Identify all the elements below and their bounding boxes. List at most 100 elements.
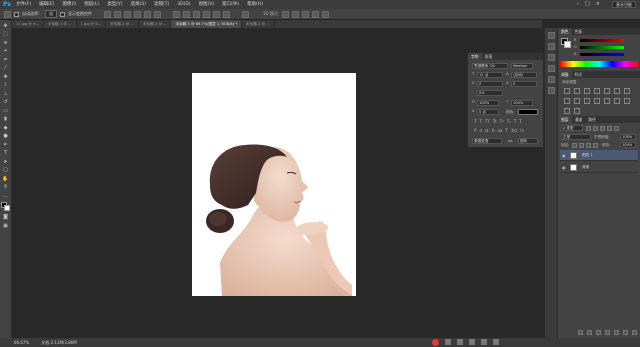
filter-pixel-icon[interactable] <box>586 126 591 131</box>
auto-select-checkbox[interactable] <box>14 11 19 17</box>
3d-rotate-icon[interactable] <box>282 10 290 18</box>
type-tool-icon[interactable]: T <box>2 150 9 156</box>
paragraph-panel-icon[interactable] <box>547 76 555 83</box>
curves-adjustment-icon[interactable] <box>584 88 590 94</box>
font-style-select[interactable]: Medium <box>511 63 533 69</box>
alternates-button[interactable]: A <box>492 128 495 133</box>
faux-italic-button[interactable]: T <box>479 119 481 124</box>
ligature-button[interactable]: fi <box>474 128 477 133</box>
posterize-adjustment-icon[interactable] <box>614 98 620 104</box>
align-vcenter-icon[interactable] <box>114 10 121 18</box>
workspace-switcher[interactable]: 基本功能 <box>612 1 636 8</box>
tab-swatches[interactable]: 色板 <box>572 28 586 35</box>
exposure-adjustment-icon[interactable] <box>594 88 600 94</box>
document-tab[interactable]: 未标题-1 @ ... <box>44 20 77 28</box>
properties-panel-icon[interactable] <box>547 87 555 94</box>
show-transform-checkbox[interactable] <box>60 11 65 17</box>
tab-color[interactable]: 颜色 <box>558 28 572 35</box>
auto-select-dropdown[interactable]: 组 <box>45 10 57 18</box>
leading-field[interactable]: (自动) <box>511 72 537 78</box>
menu-item[interactable]: 视图(V) <box>195 0 219 9</box>
menu-item[interactable]: 帮助(H) <box>243 0 267 9</box>
eyedropper-tool-icon[interactable]: ⁄ <box>2 65 9 71</box>
tab-layers[interactable]: 图层 <box>558 116 572 123</box>
character-panel-icon[interactable] <box>547 65 555 72</box>
3d-slide-icon[interactable] <box>312 10 320 18</box>
swash-button[interactable]: st <box>485 128 489 133</box>
vertical-scale-field[interactable]: 100% <box>477 100 499 106</box>
old-style-button[interactable]: σ <box>480 128 483 133</box>
layer-row[interactable]: ◉ 图层 1 <box>560 150 638 161</box>
document-tab[interactable]: 未标题-2 @ ... <box>106 20 139 28</box>
lock-position-icon[interactable] <box>586 143 591 148</box>
tray-icon[interactable] <box>493 339 499 345</box>
document-tab[interactable]: 未标题-3 @ ... <box>139 20 172 28</box>
fill-field[interactable]: 100% <box>620 142 636 148</box>
color-swatches[interactable] <box>0 201 11 212</box>
menu-item[interactable]: 滤镜(T) <box>150 0 173 9</box>
document-tab[interactable]: 未标题-4 @ ... <box>242 20 275 28</box>
menu-item[interactable]: 文件(F) <box>12 0 35 9</box>
dodge-tool-icon[interactable]: ● <box>2 133 9 139</box>
lasso-tool-icon[interactable]: ɵ <box>2 40 9 46</box>
color-ramp[interactable] <box>560 61 638 67</box>
document-tab[interactable]: 未标题-5 @ 66.7%(图层 1, RGB/8) * <box>171 20 243 28</box>
history-brush-tool-icon[interactable]: ↺ <box>2 99 9 105</box>
threshold-adjustment-icon[interactable] <box>624 98 630 104</box>
brightness-adjustment-icon[interactable] <box>564 88 570 94</box>
distribute-hcenter-icon[interactable] <box>213 10 220 18</box>
tracking-percent-field[interactable]: 0% <box>477 90 503 96</box>
align-bottom-icon[interactable] <box>124 10 131 18</box>
horizontal-scale-field[interactable]: 100% <box>511 100 533 106</box>
layer-filter-select[interactable]: ρ 类型 <box>561 125 583 131</box>
opacity-field[interactable]: 100% <box>620 134 636 140</box>
3d-roll-icon[interactable] <box>292 10 300 18</box>
fractions-button[interactable]: 1st <box>511 128 517 133</box>
align-right-icon[interactable] <box>154 10 161 18</box>
input-method-icon[interactable] <box>432 339 439 346</box>
document-canvas[interactable] <box>192 73 356 296</box>
align-top-icon[interactable] <box>104 10 111 18</box>
more-tools-icon[interactable]: … <box>2 193 9 199</box>
ordinals-button[interactable]: T <box>505 128 507 133</box>
history-panel-icon[interactable] <box>547 32 555 39</box>
menu-item[interactable]: 3D(D) <box>173 0 194 9</box>
menu-item[interactable]: 编辑(E) <box>35 0 58 9</box>
background-color-swatch[interactable] <box>3 204 10 211</box>
all-caps-button[interactable]: TT <box>485 119 490 124</box>
move-tool-icon[interactable]: ✥ <box>2 23 9 29</box>
zoom-level[interactable]: 66.67% <box>14 340 29 345</box>
clone-stamp-tool-icon[interactable]: ⊥ <box>2 91 9 97</box>
healing-brush-tool-icon[interactable]: ✚ <box>2 74 9 80</box>
menu-item[interactable]: 选择(S) <box>127 0 150 9</box>
gradient-map-adjustment-icon[interactable] <box>564 108 570 114</box>
color-panel-swatches[interactable] <box>561 38 571 48</box>
font-family-select[interactable]: 思源黑体 CN <box>472 63 508 69</box>
new-layer-icon[interactable] <box>623 330 628 335</box>
green-slider[interactable] <box>580 46 624 49</box>
filter-smart-icon[interactable] <box>614 126 619 131</box>
tab-channels[interactable]: 通道 <box>572 116 586 123</box>
red-slider[interactable] <box>580 39 624 42</box>
strikethrough-button[interactable]: T <box>519 119 521 124</box>
faux-bold-button[interactable]: T <box>474 119 476 124</box>
distribute-vcenter-icon[interactable] <box>183 10 190 18</box>
3d-scale-icon[interactable] <box>322 10 330 18</box>
menu-item[interactable]: 类型(Y) <box>103 0 126 9</box>
eraser-tool-icon[interactable]: ▭ <box>2 108 9 114</box>
tray-icon[interactable] <box>445 339 451 345</box>
vibrance-adjustment-icon[interactable] <box>604 88 610 94</box>
half-button[interactable]: ½ <box>520 128 524 133</box>
zoom-tool-icon[interactable]: ⚲ <box>2 184 9 190</box>
blend-mode-select[interactable]: 正常 <box>561 134 591 140</box>
filter-type-icon[interactable] <box>600 126 605 131</box>
tab-character[interactable]: 字符 <box>468 53 482 60</box>
language-select[interactable]: 美国英语 <box>472 138 502 144</box>
tab-paragraph[interactable]: 段落 <box>482 53 496 60</box>
path-select-tool-icon[interactable]: ➤ <box>2 159 9 165</box>
close-icon[interactable]: × <box>596 0 600 9</box>
link-layers-icon[interactable] <box>578 330 583 335</box>
lock-transparent-icon[interactable] <box>572 143 577 148</box>
tracking-field[interactable]: 0 <box>511 81 537 87</box>
shape-tool-icon[interactable]: ▢ <box>2 167 9 173</box>
